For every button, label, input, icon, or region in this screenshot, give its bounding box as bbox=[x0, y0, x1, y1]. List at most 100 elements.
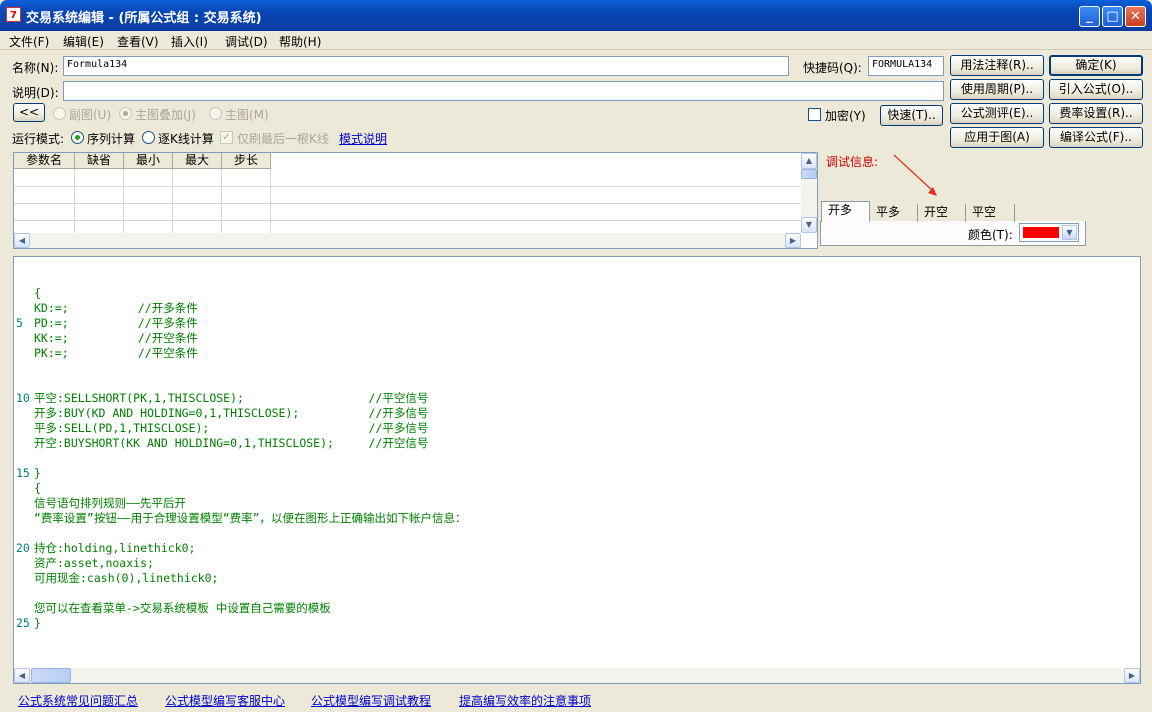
code-line: PD:=; //平多条件 bbox=[34, 316, 198, 330]
code-line: { bbox=[34, 286, 41, 300]
footer-link-support[interactable]: 公式模型编写客服中心 bbox=[165, 692, 285, 709]
footer-link-faq[interactable]: 公式系统常见问题汇总 bbox=[18, 692, 138, 709]
refresh-last-checkbox: ✓ bbox=[220, 131, 233, 144]
code-line: 开空:BUYSHORT(KK AND HOLDING=0,1,THISCLOSE… bbox=[34, 436, 429, 450]
description-input[interactable] bbox=[63, 81, 944, 101]
scroll-thumb[interactable] bbox=[31, 668, 71, 683]
code-line: } bbox=[34, 466, 41, 480]
code-editor[interactable]: {KD:=; //开多条件 5 PD:=; //平多条件 KK:=; //开空条件 PK… bbox=[13, 256, 1141, 684]
per-k-label: 逐K线计算 bbox=[158, 132, 214, 146]
menu-edit[interactable]: 编辑(E) bbox=[63, 33, 104, 50]
color-swatch bbox=[1023, 227, 1059, 238]
menu-bar: 文件(F) 编辑(E) 查看(V) 插入(I) 调试(D) 帮助(H) bbox=[0, 31, 1152, 50]
main-chart-radio bbox=[209, 107, 222, 120]
shortcut-input[interactable]: FORMULA134 bbox=[868, 56, 944, 76]
code-line: { bbox=[34, 481, 41, 495]
usage-notes-button[interactable]: 用法注释(R).. bbox=[950, 55, 1044, 76]
tab-open-short[interactable]: 开空 bbox=[918, 204, 966, 222]
main-overlay-label: 主图叠加(J) bbox=[135, 108, 196, 122]
scroll-left-arrow-icon[interactable]: ◀ bbox=[14, 668, 30, 683]
sub-chart-radio bbox=[53, 107, 66, 120]
tab-close-long[interactable]: 平多 bbox=[870, 204, 918, 222]
scroll-down-arrow-icon[interactable]: ▼ bbox=[801, 217, 817, 233]
scroll-left-arrow-icon[interactable]: ◀ bbox=[14, 233, 30, 248]
color-label: 颜色(T): bbox=[968, 228, 1013, 242]
minimize-button[interactable]: _ bbox=[1079, 6, 1100, 27]
code-line: KD:=; //开多条件 bbox=[34, 301, 198, 315]
import-formula-button[interactable]: 引入公式(O).. bbox=[1049, 79, 1143, 100]
grid-col-line bbox=[172, 169, 173, 235]
line-number: 10 bbox=[16, 391, 30, 405]
grid-col-line bbox=[221, 169, 222, 235]
grid-row-line bbox=[14, 186, 802, 187]
sequence-radio[interactable] bbox=[71, 131, 84, 144]
code-line: 信号语句排列规则——先平后开 bbox=[34, 496, 186, 510]
main-overlay-radio bbox=[119, 107, 132, 120]
code-line: PK:=; //平空条件 bbox=[34, 346, 198, 360]
param-header-default: 缺省 bbox=[75, 153, 124, 169]
color-select[interactable]: ▼ bbox=[1019, 223, 1079, 242]
scroll-up-arrow-icon[interactable]: ▲ bbox=[801, 153, 817, 169]
app-icon: 7 bbox=[6, 7, 21, 22]
sub-chart-label: 副图(U) bbox=[69, 108, 112, 122]
apply-to-chart-button[interactable]: 应用于图(A) bbox=[950, 127, 1044, 148]
encrypt-checkbox[interactable] bbox=[808, 108, 821, 121]
editor-hscrollbar[interactable]: ◀ ▶ bbox=[14, 668, 1140, 683]
debug-info-label: 调试信息: bbox=[826, 155, 879, 169]
params-grid[interactable]: 参数名 缺省 最小 最大 步长 ▲ ▼ ◀ ▶ bbox=[13, 152, 818, 249]
line-number: 5 bbox=[16, 316, 23, 330]
menu-view[interactable]: 查看(V) bbox=[117, 33, 159, 50]
scroll-right-arrow-icon[interactable]: ▶ bbox=[1124, 668, 1140, 683]
line-number: 25 bbox=[16, 616, 30, 630]
scroll-right-arrow-icon[interactable]: ▶ bbox=[785, 233, 801, 248]
menu-debug[interactable]: 调试(D) bbox=[225, 33, 268, 50]
mode-explain-link[interactable]: 模式说明 bbox=[339, 130, 387, 147]
scroll-thumb[interactable] bbox=[801, 169, 817, 179]
grid-row-line bbox=[14, 203, 802, 204]
quick-button[interactable]: 快速(T).. bbox=[880, 105, 943, 126]
description-label: 说明(D): bbox=[12, 86, 59, 100]
ok-button[interactable]: 确定(K) bbox=[1049, 55, 1143, 76]
grid-col-line bbox=[270, 169, 271, 235]
main-chart-label: 主图(M) bbox=[225, 108, 269, 122]
tab-close-short[interactable]: 平空 bbox=[966, 204, 1015, 222]
code-area[interactable]: {KD:=; //开多条件 5 PD:=; //平多条件 KK:=; //开空条件 PK… bbox=[14, 286, 1124, 666]
menu-help[interactable]: 帮助(H) bbox=[279, 33, 321, 50]
menu-file[interactable]: 文件(F) bbox=[9, 33, 49, 50]
name-input[interactable]: Formula134 bbox=[63, 56, 789, 76]
maximize-button[interactable]: □ bbox=[1102, 6, 1123, 27]
period-button[interactable]: 使用周期(P).. bbox=[950, 79, 1044, 100]
evaluate-button[interactable]: 公式测评(E).. bbox=[950, 103, 1044, 124]
code-line: 可用现金:cash(0),linethick0; bbox=[34, 571, 219, 585]
grid-col-line bbox=[74, 169, 75, 235]
code-line: } bbox=[34, 616, 41, 630]
close-button[interactable]: ✕ bbox=[1125, 6, 1146, 27]
code-line: 持仓:holding,linethick0; bbox=[34, 541, 196, 555]
fee-settings-button[interactable]: 费率设置(R).. bbox=[1049, 103, 1143, 124]
shortcut-label: 快捷码(Q): bbox=[803, 61, 862, 75]
param-header-max: 最大 bbox=[173, 153, 222, 169]
encrypt-label: 加密(Y) bbox=[825, 109, 866, 123]
code-line: KK:=; //开空条件 bbox=[34, 331, 198, 345]
footer-link-tips[interactable]: 提高编写效率的注意事项 bbox=[459, 692, 591, 709]
menu-insert[interactable]: 插入(I) bbox=[171, 33, 208, 50]
tab-open-long[interactable]: 开多 bbox=[821, 201, 870, 222]
param-header-name: 参数名 bbox=[14, 153, 75, 169]
grid-row-line bbox=[14, 220, 802, 221]
footer-link-tutorial[interactable]: 公式模型编写调试教程 bbox=[311, 692, 431, 709]
grid-vscrollbar[interactable]: ▲ ▼ bbox=[801, 153, 817, 233]
name-label: 名称(N): bbox=[12, 61, 59, 75]
grid-hscrollbar[interactable]: ◀ ▶ bbox=[14, 233, 801, 248]
line-number: 15 bbox=[16, 466, 30, 480]
code-line: 开多:BUY(KD AND HOLDING=0,1,THISCLOSE); //… bbox=[34, 406, 429, 420]
collapse-button[interactable]: << bbox=[13, 103, 45, 122]
grid-col-line bbox=[123, 169, 124, 235]
compile-button[interactable]: 编译公式(F).. bbox=[1049, 127, 1143, 148]
line-number: 20 bbox=[16, 541, 30, 555]
sequence-label: 序列计算 bbox=[87, 132, 136, 146]
param-header-min: 最小 bbox=[124, 153, 173, 169]
code-line: “费率设置”按钮——用于合理设置模型“费率”，以便在图形上正确输出如下帐户信息： bbox=[34, 511, 467, 525]
window-title: 交易系统编辑 - (所属公式组 : 交易系统) bbox=[26, 11, 262, 26]
per-k-radio[interactable] bbox=[142, 131, 155, 144]
chevron-down-icon[interactable]: ▼ bbox=[1062, 225, 1077, 240]
